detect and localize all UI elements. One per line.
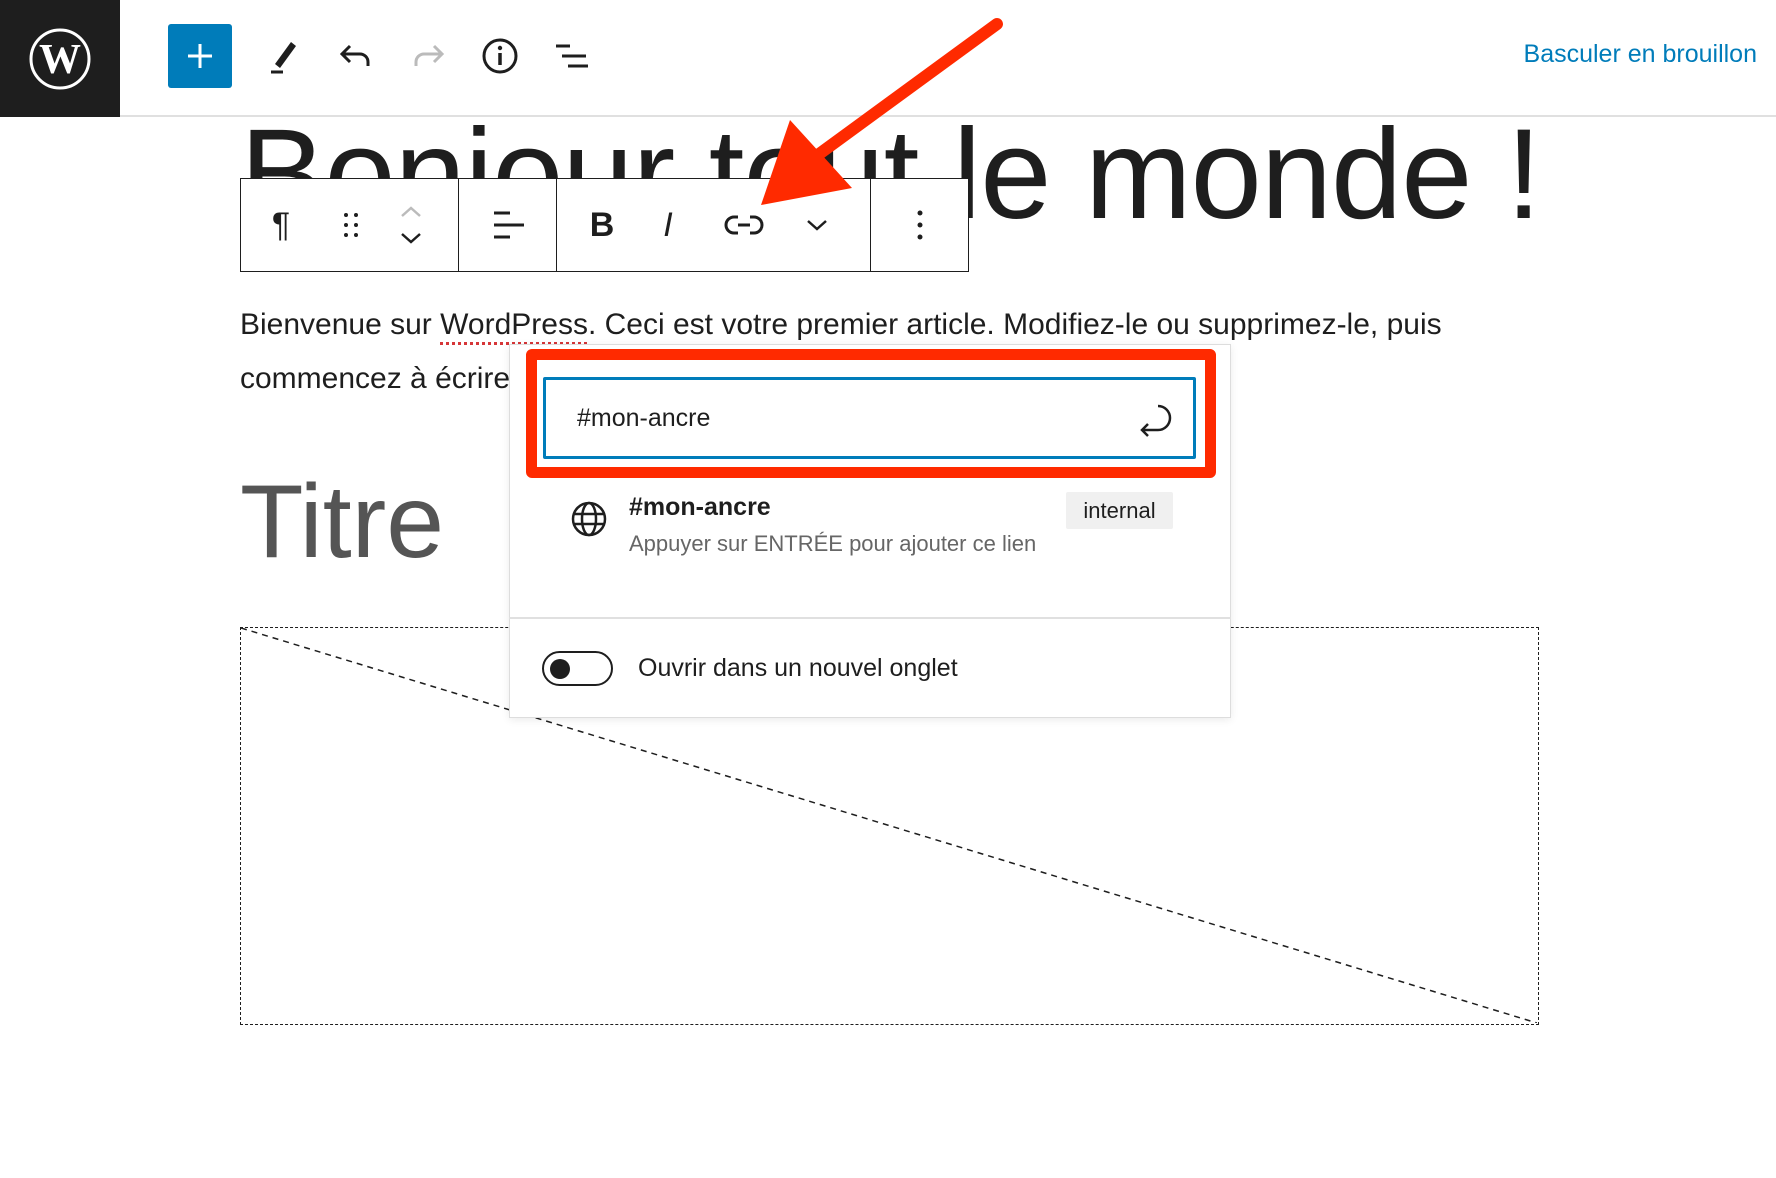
link-icon <box>724 215 764 235</box>
list-view-icon <box>556 44 588 68</box>
block-toolbar: ¶ B I <box>240 178 969 272</box>
wordpress-logo[interactable]: W <box>0 0 120 117</box>
redo-button[interactable] <box>400 28 456 84</box>
add-block-button[interactable] <box>168 24 232 88</box>
info-icon <box>482 38 518 74</box>
switch-to-draft-button[interactable]: Basculer en brouillon <box>1524 40 1757 69</box>
undo-icon <box>339 44 370 66</box>
plus-icon <box>188 44 212 68</box>
suggestion-item[interactable] <box>570 500 608 543</box>
tools-button[interactable] <box>255 28 311 84</box>
link-button[interactable] <box>701 179 787 271</box>
bold-button[interactable]: B <box>569 179 635 271</box>
toggle-knob <box>550 659 570 679</box>
paragraph-text: Bienvenue sur <box>240 308 441 341</box>
heading-block[interactable]: Titre <box>240 462 444 582</box>
drag-handle-icon <box>344 213 358 237</box>
options-button[interactable] <box>871 179 968 271</box>
undo-button[interactable] <box>328 28 384 84</box>
italic-icon: I <box>663 205 673 244</box>
suggestion-info: Appuyer sur ENTRÉE pour ajouter ce lien <box>629 531 1037 556</box>
align-button[interactable] <box>459 179 556 271</box>
selected-word: WordPress <box>440 308 588 341</box>
list-view-button[interactable] <box>544 28 600 84</box>
move-down-icon[interactable] <box>399 232 423 244</box>
move-up-icon[interactable] <box>399 206 423 218</box>
more-formats-button[interactable] <box>787 179 847 271</box>
divider <box>509 617 1231 619</box>
redo-icon <box>414 44 445 66</box>
chevron-down-icon <box>807 220 827 231</box>
wordpress-icon: W <box>29 28 91 89</box>
pencil-icon <box>271 42 296 74</box>
new-tab-toggle[interactable] <box>542 651 613 686</box>
bold-icon: B <box>589 205 615 244</box>
block-type-button[interactable]: ¶ <box>241 179 321 271</box>
globe-icon <box>571 501 607 537</box>
submit-enter-icon[interactable] <box>1136 400 1180 440</box>
suggestion-type-badge: internal <box>1066 492 1173 529</box>
drag-handle[interactable] <box>321 179 381 271</box>
align-left-icon <box>493 211 524 239</box>
more-vertical-icon <box>917 210 922 240</box>
suggestion-title[interactable]: #mon-ancre <box>629 493 771 522</box>
italic-button[interactable]: I <box>635 179 701 271</box>
link-url-input[interactable]: #mon-ancre <box>543 377 1196 459</box>
details-button[interactable] <box>472 28 528 84</box>
paragraph-icon: ¶ <box>271 205 291 244</box>
new-tab-label[interactable]: Ouvrir dans un nouvel onglet <box>638 654 958 683</box>
svg-text:W: W <box>39 37 81 83</box>
